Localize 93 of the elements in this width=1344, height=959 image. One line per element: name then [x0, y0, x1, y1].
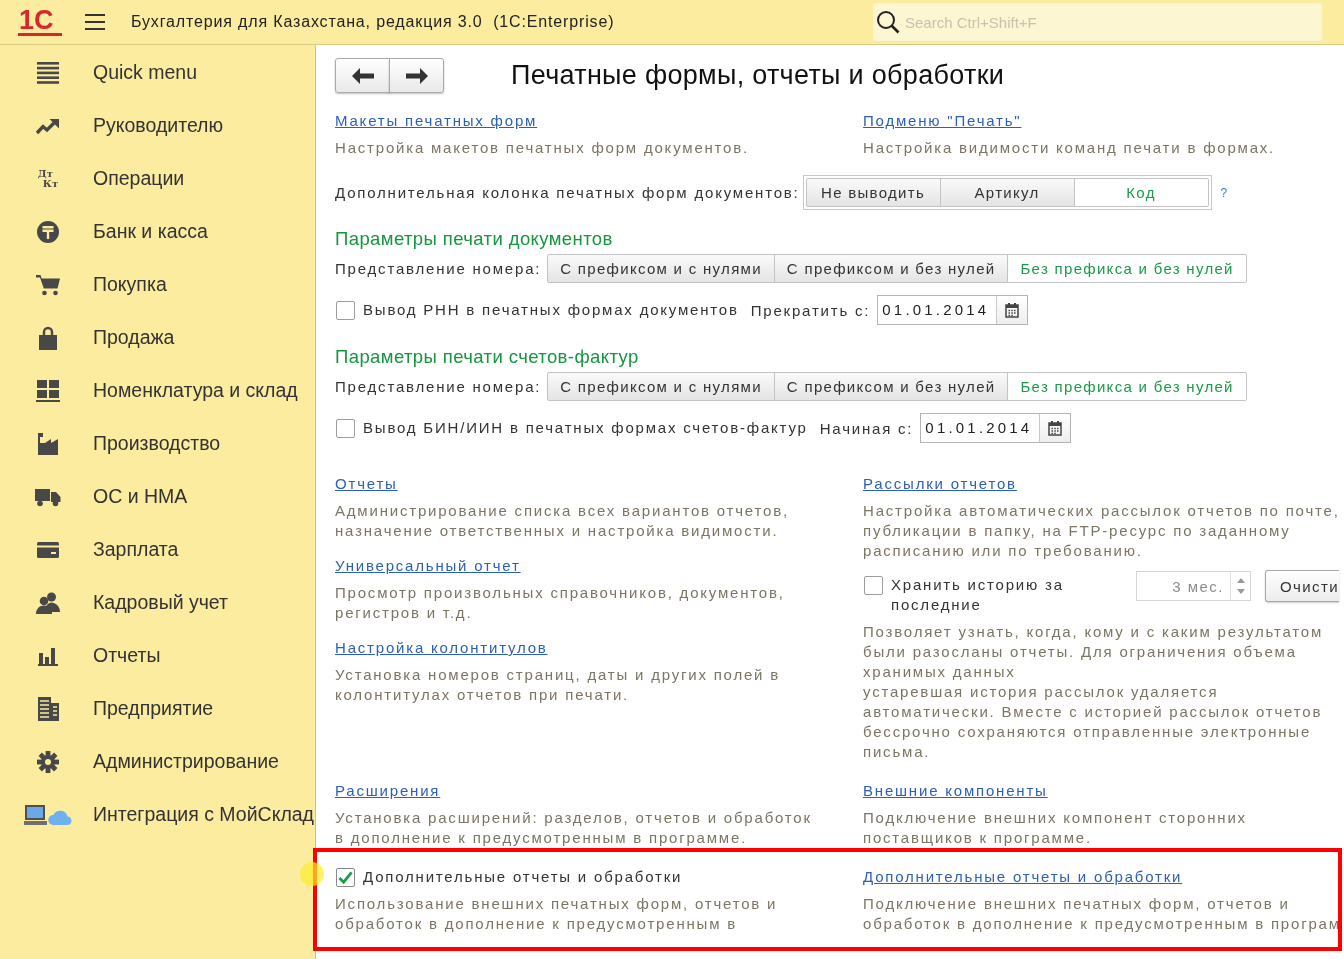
checkbox[interactable] — [336, 867, 355, 887]
sidebar-item[interactable]: Зарплата — [0, 523, 315, 576]
link[interactable]: Дополнительные отчеты и обработки — [863, 867, 1183, 887]
people-icon — [36, 591, 60, 614]
page-title: Печатные формы, отчеты и обработки — [511, 59, 1005, 92]
calendar-icon — [1005, 302, 1020, 318]
trend-line-icon — [36, 116, 60, 135]
sidebar-item[interactable]: Дт Кт Операции — [0, 152, 315, 205]
link[interactable]: Универсальный отчет — [335, 556, 521, 576]
sidebar-item[interactable]: Интеграция с МойСклад — [0, 788, 315, 841]
checkbox-label: Хранить историю за последние — [891, 575, 1065, 615]
description: Настройка автоматических рассылок отчетов по почте, публикации в папку, на FTP-ресурс по заданному расписанию или по требованию. — [863, 501, 1341, 561]
section-heading: Параметры печати документов — [335, 227, 614, 251]
link[interactable]: Рассылки отчетов — [863, 474, 1017, 494]
date-field[interactable]: 01.01.2014 — [920, 413, 1072, 443]
option-button[interactable]: Без префикса и без нулей — [1007, 254, 1247, 283]
checkbox-label: Вывод РНН в печатных формах документов — [363, 300, 739, 320]
option-button[interactable]: Артикул — [939, 178, 1075, 207]
description: Позволяет узнать, когда, кому и с каким результатом были разосланы отчеты. Для ограничения объема хранимых данных устаревшая история рассылок удаляется автоматически. Вместе с историей рассылок отчетов бессрочно сохраняются отправленные электронные письма. — [863, 622, 1324, 762]
calendar-button[interactable] — [996, 296, 1028, 324]
description: Настройка макетов печатных форм документов. — [335, 138, 749, 158]
logo[interactable]: 1С — [18, 8, 62, 36]
link[interactable]: Отчеты — [335, 474, 398, 494]
link[interactable]: Расширения — [335, 781, 441, 801]
option-button[interactable]: С префиксом и без нулей — [773, 254, 1009, 283]
sidebar-item[interactable]: Руководителю — [0, 99, 315, 152]
factory-icon — [37, 432, 59, 455]
coin-icon — [37, 220, 59, 243]
bar-chart-icon — [37, 645, 59, 666]
sidebar-item[interactable]: Администрирование — [0, 735, 315, 788]
checkbox[interactable] — [336, 300, 355, 320]
section-heading: Параметры печати счетов-фактур — [335, 345, 640, 369]
sidebar-item[interactable]: Продажа — [0, 311, 315, 364]
forward-button[interactable] — [389, 58, 444, 93]
sidebar-item[interactable]: Отчеты — [0, 629, 315, 682]
field-label: Представление номера: — [335, 260, 542, 277]
sidebar-item[interactable]: Производство — [0, 417, 315, 470]
sidebar-item[interactable]: ОС и НМА — [0, 470, 315, 523]
checkmark-icon — [338, 870, 353, 884]
cart-icon — [36, 273, 60, 296]
sidebar-item[interactable]: Банк и касса — [0, 205, 315, 258]
link[interactable]: Подменю "Печать" — [863, 111, 1022, 131]
menu-icon — [36, 61, 60, 84]
description: Просмотр произвольных справочников, документов, регистров и т.д. — [335, 583, 786, 623]
calendar-icon — [1048, 420, 1063, 436]
sidebar-item[interactable]: Кадровый учет — [0, 576, 315, 629]
app-title: Бухгалтерия для Казахстана, редакция 3.0 (1C:Enterprise) — [131, 13, 615, 31]
description: Настройка видимости команд печати в формах. — [863, 138, 1276, 158]
building-icon — [37, 696, 59, 721]
date-field[interactable]: 01.01.2014 — [877, 295, 1029, 325]
field-label: Представление номера: — [335, 378, 542, 395]
clear-button[interactable]: Очисти — [1265, 570, 1339, 602]
gear-icon — [37, 750, 59, 773]
calendar-button[interactable] — [1039, 414, 1071, 442]
search-icon — [876, 10, 900, 34]
description: Установка номеров страниц, даты и других полей в колонтитулах отчетов при печати. — [335, 665, 782, 705]
sidebar-item[interactable]: Quick menu — [0, 46, 315, 99]
checkbox-label: Дополнительные отчеты и обработки — [363, 867, 683, 887]
description: Использование внешних печатных форм, отчетов и обработок в дополнение к предусмотренным в — [335, 894, 779, 934]
description: Подключение внешних печатных форм, отчетов и обработок в дополнение к предусмотренным в програм — [863, 894, 1342, 934]
option-button[interactable]: С префиксом и с нулями — [547, 372, 775, 401]
field-label: Прекратить с: — [750, 301, 871, 319]
option-button[interactable]: С префиксом и с нулями — [547, 254, 775, 283]
description: Администрирование списка всех вариантов отчетов, назначение ответственных и настройка видимости. — [335, 501, 790, 541]
option-button[interactable]: Без префикса и без нулей — [1007, 372, 1247, 401]
option-button[interactable]: Не выводить — [805, 178, 941, 207]
back-button[interactable] — [335, 58, 390, 93]
debit-credit-icon: Дт Кт — [37, 168, 59, 189]
sidebar-item[interactable]: Предприятие — [0, 682, 315, 735]
option-button[interactable]: Код — [1073, 178, 1209, 207]
field-label: Начиная с: — [819, 419, 914, 437]
link[interactable]: Настройка колонтитулов — [335, 638, 548, 658]
card-icon — [37, 541, 59, 558]
field-label: Дополнительная колонка печатных форм документов: — [335, 184, 800, 201]
menu-icon[interactable] — [85, 14, 105, 30]
sidebar-item[interactable]: Покупка — [0, 258, 315, 311]
laptop-cloud-icon — [24, 803, 72, 826]
shopping-bag-icon — [38, 325, 58, 350]
sidebar-item[interactable]: Номенклатура и склад — [0, 364, 315, 417]
grid-icon — [36, 379, 60, 402]
option-button[interactable]: С префиксом и без нулей — [773, 372, 1009, 401]
link[interactable]: Макеты печатных форм — [335, 111, 538, 131]
truck-icon — [35, 486, 61, 507]
left-arrow-icon — [351, 67, 374, 84]
right-arrow-icon — [405, 67, 428, 84]
help-link[interactable]: ? — [1220, 185, 1228, 200]
checkbox[interactable] — [864, 576, 883, 595]
description: Установка расширений: разделов, отчетов и обработок в дополнение к предусмотренным в программе. — [335, 808, 813, 848]
checkbox[interactable] — [336, 418, 355, 438]
link[interactable]: Внешние компоненты — [863, 781, 1048, 801]
highlight-dot-icon — [300, 862, 324, 886]
checkbox-label: Вывод БИН/ИИН в печатных формах счетов-фактур — [363, 418, 808, 438]
description: Подключение внешних компонент сторонних поставщиков к программе. — [863, 808, 1248, 848]
